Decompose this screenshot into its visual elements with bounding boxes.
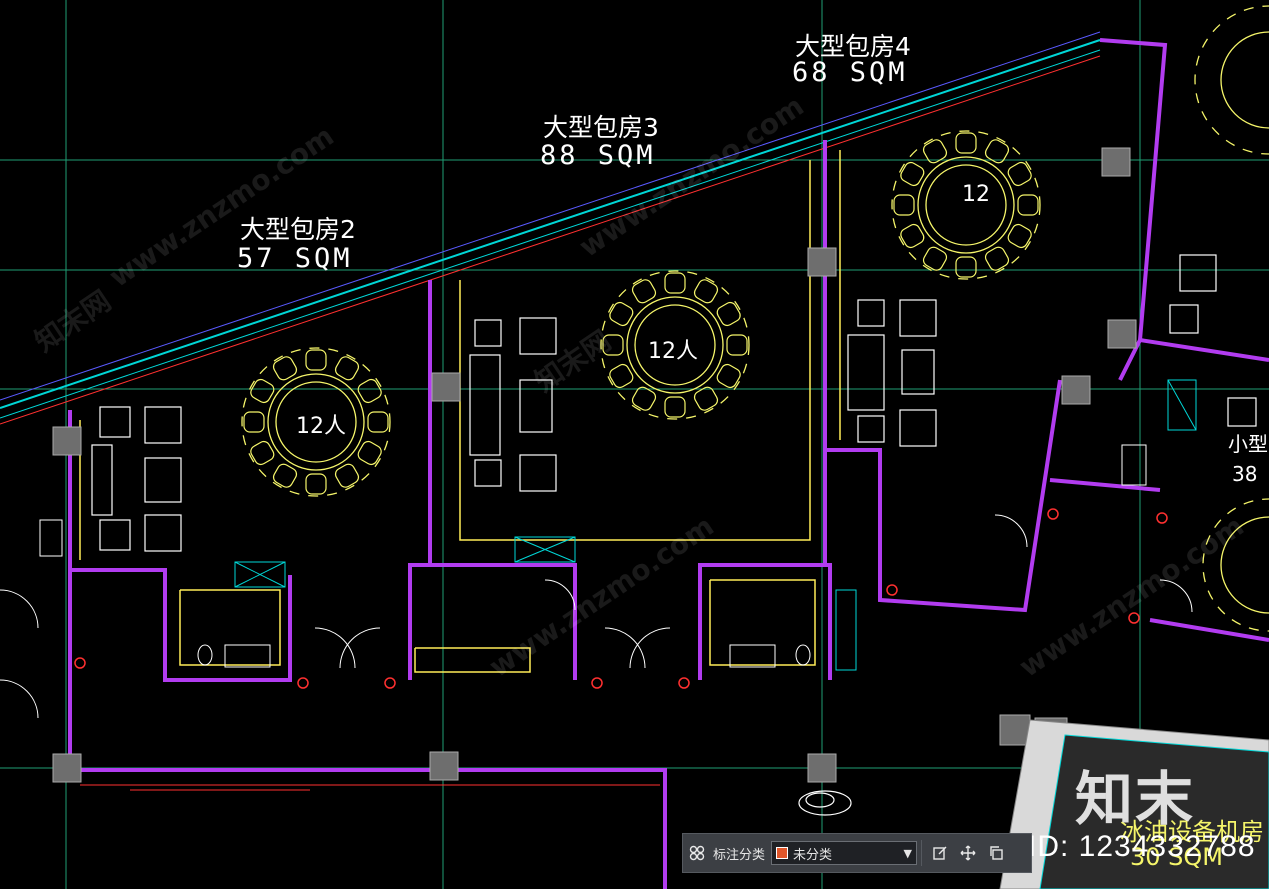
- chair-room2: [334, 463, 360, 488]
- chair-room3: [664, 272, 686, 294]
- id-text: ID: 1234332788: [1028, 830, 1256, 863]
- chair-room4: [900, 161, 925, 187]
- chair-room3: [609, 301, 634, 327]
- chair-room4: [893, 194, 915, 216]
- chevron-down-icon: ▼: [903, 846, 913, 860]
- room-3-name: 大型包房3: [543, 113, 659, 142]
- bottom-exterior: [80, 784, 660, 791]
- category-label: 标注分类: [713, 847, 766, 863]
- restroom-fixtures: [39, 444, 1147, 668]
- chair-room4: [984, 139, 1010, 164]
- chair-room4: [955, 132, 977, 154]
- chair-room3: [664, 396, 686, 418]
- small-room-name: 小型: [1228, 432, 1268, 456]
- chair-room3: [609, 363, 634, 389]
- toolbar-divider: [921, 840, 923, 866]
- table-label-room4: 12: [962, 182, 990, 207]
- chair-room4: [1017, 194, 1039, 216]
- chair-room3: [693, 279, 719, 304]
- grid-icon[interactable]: [683, 839, 711, 867]
- chair-room4: [984, 246, 1010, 271]
- chair-room2: [357, 378, 382, 404]
- edit-icon[interactable]: [926, 839, 954, 867]
- chair-room2: [272, 356, 298, 381]
- category-select[interactable]: 未分类 ▼: [771, 841, 918, 865]
- brand-logo: 知末: [1075, 765, 1196, 833]
- chair-room2: [334, 356, 360, 381]
- chair-room2: [305, 349, 327, 371]
- chair-room4: [1007, 161, 1032, 187]
- category-color-swatch: [776, 847, 789, 859]
- chair-room2: [272, 463, 298, 488]
- small-room-area: 38: [1232, 462, 1258, 486]
- chair-room3: [726, 334, 748, 356]
- chair-room4: [900, 223, 925, 249]
- chair-room3: [716, 363, 741, 389]
- spiral-symbol: [798, 790, 852, 816]
- room-2-name: 大型包房2: [240, 215, 356, 244]
- room-2-area: 57 SQM: [237, 243, 353, 274]
- chair-room2: [250, 378, 275, 404]
- annotation-toolbar: 标注分类 未分类 ▼: [682, 833, 1032, 873]
- chair-room3: [631, 279, 657, 304]
- table-label-room3: 12人: [648, 339, 698, 364]
- chair-room2: [305, 473, 327, 495]
- copy-icon[interactable]: [982, 839, 1010, 867]
- chair-room2: [250, 440, 275, 466]
- chair-room4: [955, 256, 977, 278]
- chair-room4: [922, 139, 948, 164]
- chair-room2: [357, 440, 382, 466]
- room-3-area: 88 SQM: [540, 140, 656, 171]
- chair-room4: [1007, 223, 1032, 249]
- chair-room3: [716, 301, 741, 327]
- table-label-room2: 12人: [296, 414, 346, 439]
- room-4-area: 68 SQM: [792, 57, 908, 88]
- chair-room2: [367, 411, 389, 433]
- category-select-value: 未分类: [793, 847, 833, 863]
- move-icon[interactable]: [954, 839, 982, 867]
- chair-room4: [922, 246, 948, 271]
- chair-room2: [243, 411, 265, 433]
